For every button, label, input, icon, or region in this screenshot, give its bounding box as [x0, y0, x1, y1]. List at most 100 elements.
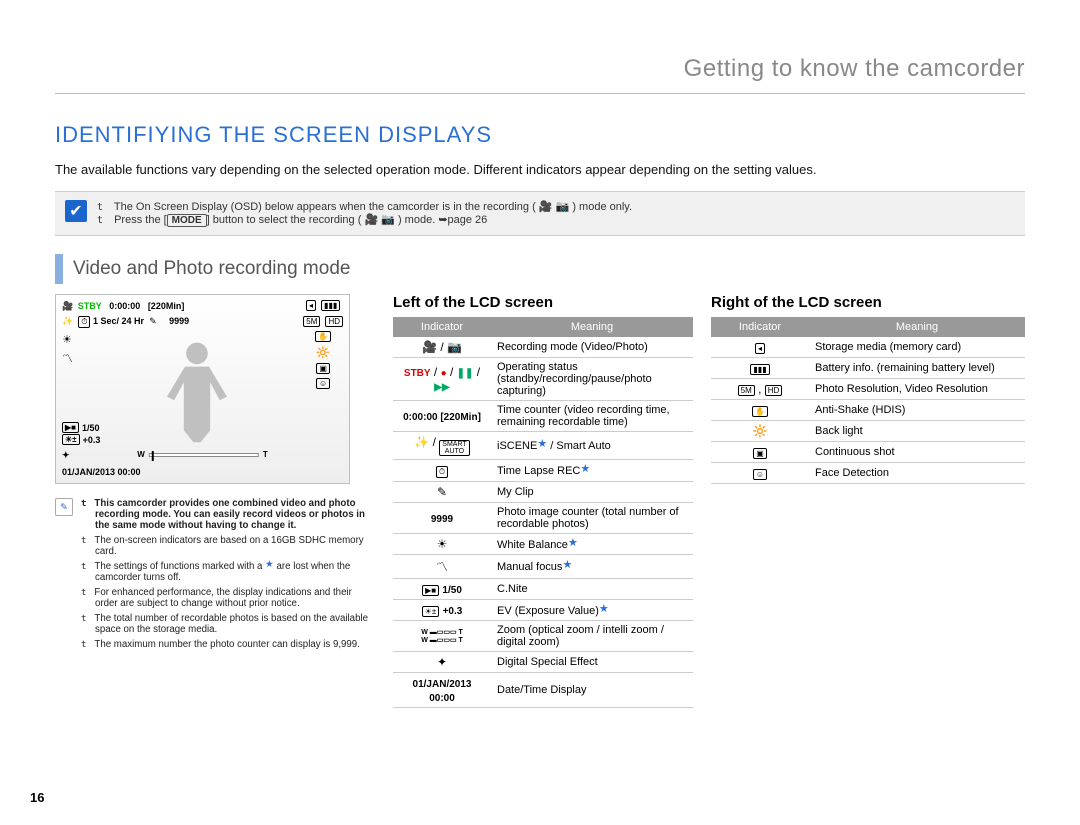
table-row: ◂ Storage media (memory card): [711, 337, 1025, 358]
table-row: 〽 Manual focus★: [393, 555, 693, 579]
recording-mode-icon: 🎥 / 📷: [393, 337, 491, 358]
table-row: 9999 Photo image counter (total number o…: [393, 503, 693, 534]
table-row: 🔆 Back light: [711, 421, 1025, 442]
table-row: ☀± +0.3 EV (Exposure Value)★: [393, 600, 693, 621]
time-counter: 0:00:00: [109, 301, 140, 311]
table-row: ▣ Continuous shot: [711, 442, 1025, 463]
iscene-icon: ✨: [62, 316, 73, 326]
zoom-tele-label: T: [263, 450, 268, 459]
continuous-shot-indicator: ▣: [711, 442, 809, 463]
th-meaning: Meaning: [809, 317, 1025, 337]
top-note-2: Press the [MODE] button to select the re…: [97, 213, 632, 227]
check-icon: ✔: [65, 200, 87, 222]
table-row: 🎥 / 📷 Recording mode (Video/Photo): [393, 337, 693, 358]
page-number: 16: [30, 790, 44, 805]
column-lcd-and-notes: 🎥 STBY 0:00:00 [220Min] ✨ ⏱ 1 Sec/ 24 Hr…: [55, 294, 375, 654]
top-note-1: The On Screen Display (OSD) below appear…: [97, 200, 632, 213]
manual-focus-indicator: 〽: [393, 555, 491, 579]
table-row: ✨ / SMARTAUTO iSCENE★ / Smart Auto: [393, 432, 693, 460]
cnite-indicator: ▶■ 1/50: [393, 579, 491, 600]
table-row: ▶■ 1/50 C.Nite: [393, 579, 693, 600]
resolution-indicator: 5M , HD: [711, 379, 809, 400]
zoom-indicator: W T: [137, 450, 267, 459]
myclip-indicator: ✎: [393, 482, 491, 503]
footnote-3: The settings of functions marked with a …: [81, 561, 375, 583]
photo-counter: 9999: [169, 316, 189, 326]
timelapse-icon: ⏱: [78, 316, 90, 328]
lcd-left-icon-column: ☀ 〽: [62, 333, 73, 366]
anti-shake-icon: ✋: [315, 331, 331, 342]
subject-silhouette: [122, 330, 272, 450]
left-table-heading: Left of the LCD screen: [393, 294, 693, 311]
table-row: 0:00:00 [220Min] Time counter (video rec…: [393, 401, 693, 432]
photo-res-icon: 5M: [303, 316, 320, 327]
storage-icon: ◂: [306, 300, 316, 311]
th-indicator: Indicator: [711, 317, 809, 337]
shutter-value: 1/50: [82, 423, 100, 433]
zoom-indicator-row: W ▬▭▭▭ TW ▬▭▭▭ T: [393, 621, 491, 652]
dse-icon: ✦: [62, 450, 70, 460]
zoom-wide-label: W: [137, 450, 145, 459]
left-indicator-table: Indicator Meaning 🎥 / 📷 Recording mode (…: [393, 317, 693, 708]
camera-mode-icon: 🎥: [62, 301, 73, 311]
time-counter-indicator: 0:00:00 [220Min]: [393, 401, 491, 432]
table-row: ☺ Face Detection: [711, 463, 1025, 484]
battery-icon: ▮▮▮: [321, 300, 340, 311]
table-row: ✦ Digital Special Effect: [393, 652, 693, 673]
mode-button-label: MODE: [167, 214, 207, 227]
pencil-note-icon: ✎: [55, 498, 73, 516]
battery-indicator: ▮▮▮: [711, 358, 809, 379]
star-icon: ★: [265, 559, 274, 570]
face-detection-icon: ☺: [316, 378, 330, 389]
page-ref-icon: ➥: [438, 214, 447, 226]
lcd-datetime: 01/JAN/2013 00:00: [62, 467, 141, 477]
ev-indicator: ☀± +0.3: [393, 600, 491, 621]
right-table-heading: Right of the LCD screen: [711, 294, 1025, 311]
video-icon: 🎥 📷: [539, 201, 569, 213]
standby-status: STBY: [78, 301, 102, 311]
backlight-indicator: 🔆: [711, 421, 809, 442]
footnote-5: The total number of recordable photos is…: [81, 613, 375, 635]
table-row: W ▬▭▭▭ TW ▬▭▭▭ T Zoom (optical zoom / in…: [393, 621, 693, 652]
cnite-icon: ▶■: [62, 422, 79, 433]
top-note-list: The On Screen Display (OSD) below appear…: [97, 200, 632, 227]
anti-shake-indicator: ✋: [711, 400, 809, 421]
table-row: ✋ Anti-Shake (HDIS): [711, 400, 1025, 421]
footnote-1: This camcorder provides one combined vid…: [81, 498, 375, 531]
iscene-indicator: ✨ / SMARTAUTO: [393, 432, 491, 460]
ev-value: +0.3: [83, 435, 101, 445]
white-balance-indicator: ☀: [393, 534, 491, 555]
right-indicator-table: Indicator Meaning ◂ Storage media (memor…: [711, 317, 1025, 484]
myclip-icon: ✎: [149, 316, 157, 326]
footnote-box: ✎ This camcorder provides one combined v…: [55, 498, 375, 654]
chapter-title: Getting to know the camcorder: [55, 55, 1025, 94]
lcd-preview: 🎥 STBY 0:00:00 [220Min] ✨ ⏱ 1 Sec/ 24 Hr…: [55, 294, 350, 484]
table-row: 01/JAN/2013 00:00 Date/Time Display: [393, 673, 693, 708]
footnote-list: This camcorder provides one combined vid…: [81, 498, 375, 654]
dse-indicator: ✦: [393, 652, 491, 673]
content-columns: 🎥 STBY 0:00:00 [220Min] ✨ ⏱ 1 Sec/ 24 Hr…: [55, 294, 1025, 708]
section-title: IDENTIFIYING THE SCREEN DISPLAYS: [55, 122, 1025, 148]
continuous-shot-icon: ▣: [316, 363, 330, 374]
table-row: 5M , HD Photo Resolution, Video Resoluti…: [711, 379, 1025, 400]
top-note-box: ✔ The On Screen Display (OSD) below appe…: [55, 191, 1025, 236]
subsection-heading: Video and Photo recording mode: [55, 254, 1025, 284]
footnote-4: For enhanced performance, the display in…: [81, 587, 375, 609]
timelapse-interval: 1 Sec/ 24 Hr: [93, 316, 144, 326]
ev-icon: ☀±: [62, 434, 80, 445]
table-row: ☀ White Balance★: [393, 534, 693, 555]
table-row: STBY / ● / ❚❚ / ▶▶ Operating status (sta…: [393, 358, 693, 401]
lcd-right-icon-column: ◂ ▮▮▮ 5M HD ✋ 🔆 ▣ ☺: [303, 299, 343, 389]
backlight-icon: 🔆: [316, 346, 330, 359]
table-row: ▮▮▮ Battery info. (remaining battery lev…: [711, 358, 1025, 379]
footnote-2: The on-screen indicators are based on a …: [81, 535, 375, 557]
storage-indicator: ◂: [711, 337, 809, 358]
white-balance-icon: ☀: [62, 333, 73, 346]
column-left-table: Left of the LCD screen Indicator Meaning…: [393, 294, 693, 708]
table-row: ✎ My Clip: [393, 482, 693, 503]
operating-status-icons: STBY / ● / ❚❚ / ▶▶: [393, 358, 491, 401]
photo-counter-indicator: 9999: [393, 503, 491, 534]
datetime-indicator: 01/JAN/2013 00:00: [393, 673, 491, 708]
manual-focus-icon: 〽: [62, 350, 73, 366]
face-detection-indicator: ☺: [711, 463, 809, 484]
